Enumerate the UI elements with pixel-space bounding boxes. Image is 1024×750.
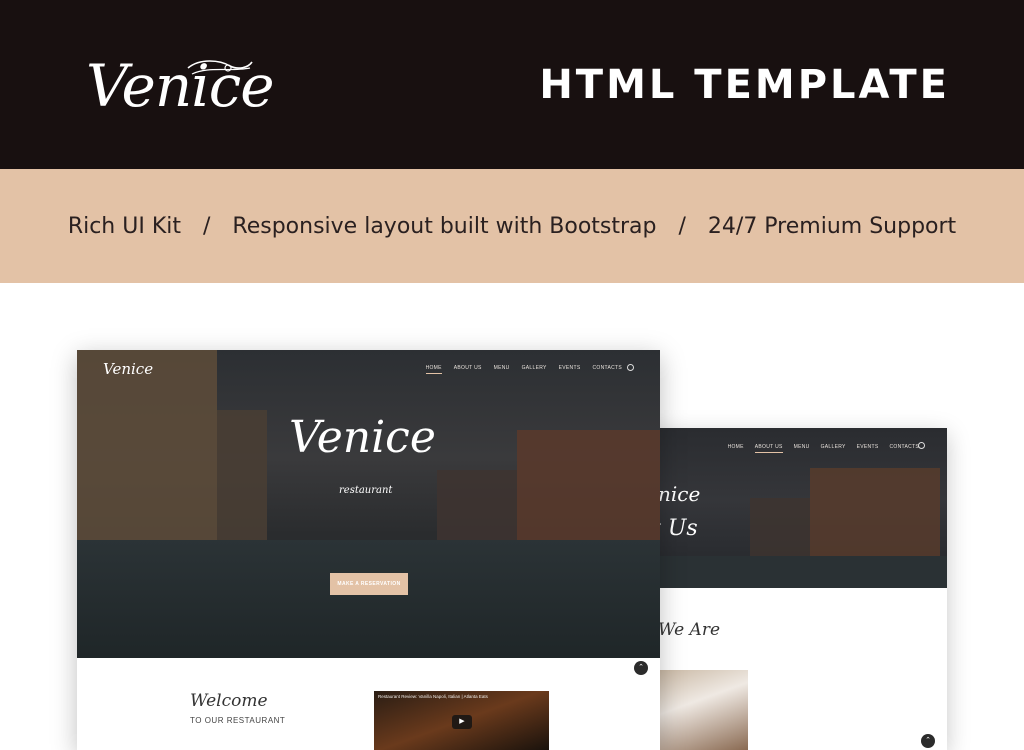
water-shape — [77, 540, 660, 658]
scroll-to-top-icon[interactable]: ⌃ — [921, 734, 935, 748]
feature-item: 24/7 Premium Support — [707, 213, 957, 239]
building-shape — [437, 470, 517, 550]
nav-item-contacts[interactable]: CONTACTS — [592, 365, 622, 374]
video-title: Restaurant Review: Vanilla Napoli, Itali… — [378, 694, 488, 699]
hero-logo: Venice — [289, 412, 436, 463]
nav-item-gallery[interactable]: GALLERY — [522, 365, 547, 374]
logo-text: Venice — [86, 52, 275, 120]
nav-item-gallery[interactable]: GALLERY — [821, 444, 846, 453]
feature-separator: / — [678, 213, 686, 239]
about-nav: HOME ABOUT US MENU GALLERY EVENTS CONTAC… — [728, 444, 919, 453]
banner-title: HTML TEMPLATE — [539, 62, 950, 108]
nav-item-contacts[interactable]: CONTACTS — [889, 444, 919, 453]
nav-item-menu[interactable]: MENU — [794, 444, 810, 453]
nav-item-menu[interactable]: MENU — [494, 365, 510, 374]
who-we-are-heading: We Are — [658, 620, 721, 640]
nav-item-about[interactable]: ABOUT US — [454, 365, 482, 374]
welcome-subheading: TO OUR RESTAURANT — [190, 716, 286, 725]
video-thumbnail[interactable]: Restaurant Review: Vanilla Napoli, Itali… — [374, 691, 549, 750]
welcome-heading: Welcome — [190, 691, 268, 711]
building-shape — [517, 430, 660, 550]
home-page-preview: Venice HOME ABOUT US MENU GALLERY EVENTS… — [77, 350, 660, 750]
home-hero: Venice HOME ABOUT US MENU GALLERY EVENTS… — [77, 350, 660, 658]
nav-item-home[interactable]: HOME — [728, 444, 744, 453]
building-shape — [77, 350, 217, 555]
nav-logo[interactable]: Venice — [103, 360, 153, 378]
scroll-to-top-icon[interactable]: ⌃ — [634, 661, 648, 675]
nav-item-home[interactable]: HOME — [425, 365, 442, 374]
feature-item: Responsive layout built with Bootstrap — [232, 213, 657, 239]
about-hero-logo-fragment: nice — [658, 482, 701, 506]
feature-item: Rich UI Kit — [67, 213, 181, 239]
top-banner: Venice HTML TEMPLATE — [0, 0, 1024, 169]
hero-subtitle: restaurant — [339, 485, 393, 496]
make-reservation-button[interactable]: MAKE A RESERVATION — [330, 573, 408, 595]
search-icon[interactable] — [627, 364, 634, 371]
building-shape — [217, 410, 267, 550]
feature-separator: / — [203, 213, 211, 239]
nav-item-events[interactable]: EVENTS — [559, 365, 581, 374]
home-nav: HOME ABOUT US MENU GALLERY EVENTS CONTAC… — [425, 365, 622, 374]
search-icon[interactable] — [918, 442, 925, 449]
play-icon[interactable]: ▶ — [452, 715, 472, 729]
feature-strip: Rich UI Kit / Responsive layout built wi… — [0, 169, 1024, 283]
nav-item-about[interactable]: ABOUT US — [754, 444, 783, 453]
venice-logo: Venice — [80, 30, 275, 130]
nav-item-events[interactable]: EVENTS — [857, 444, 879, 453]
chef-photo — [658, 670, 748, 750]
